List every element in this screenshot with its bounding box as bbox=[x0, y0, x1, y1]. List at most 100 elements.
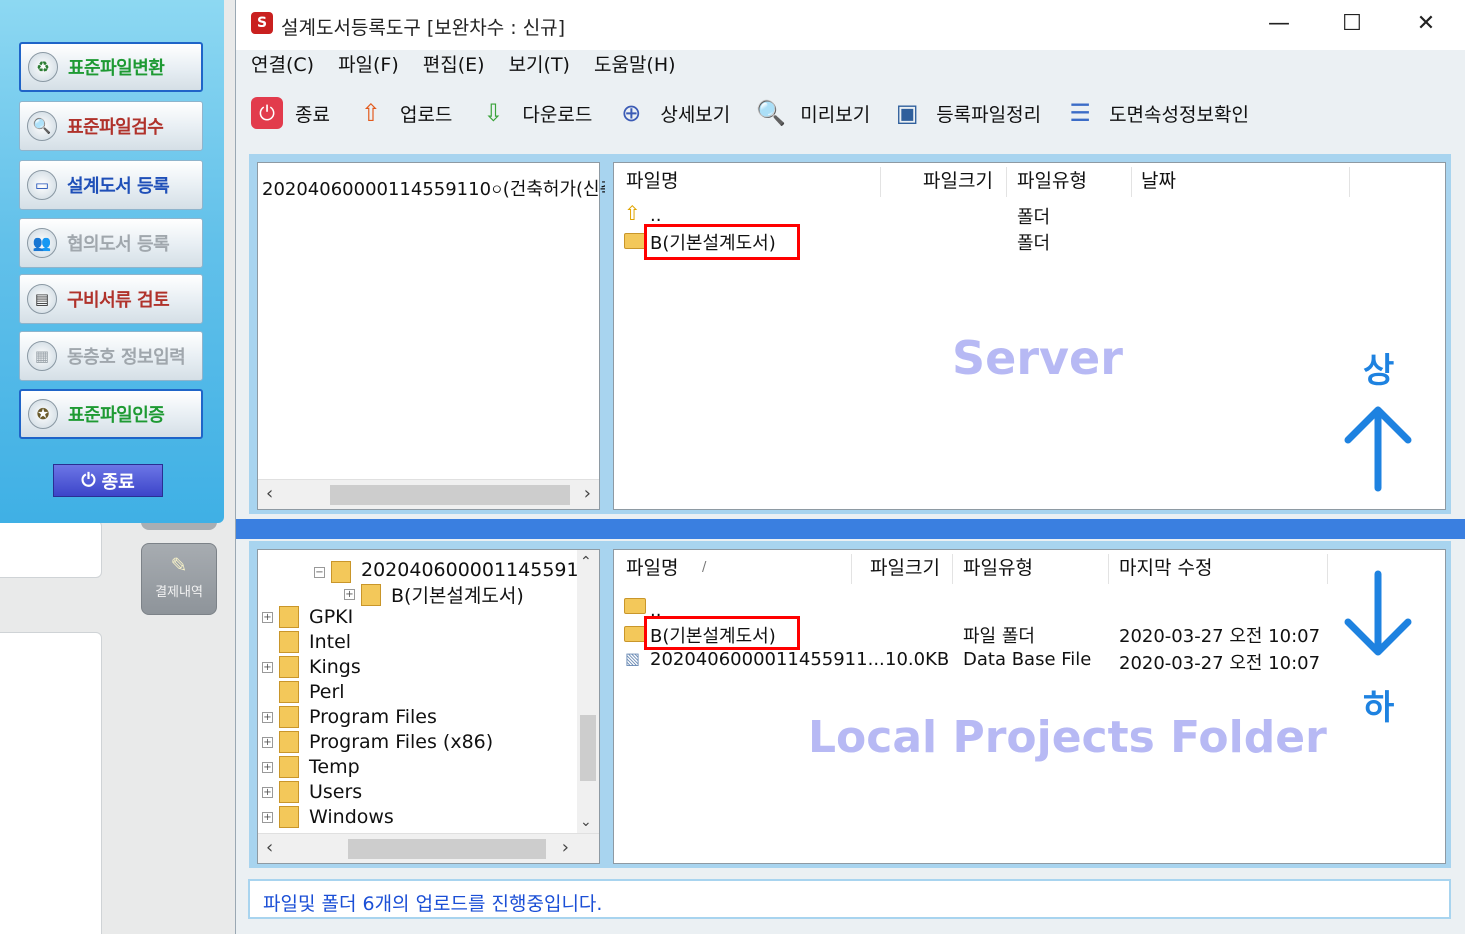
design-doc-register-button[interactable]: ▭ 설계도서 등록 bbox=[19, 160, 203, 210]
toolbar-preview-button[interactable]: 🔍 미리보기 bbox=[754, 96, 870, 130]
scroll-left-icon[interactable]: ‹ bbox=[266, 483, 273, 504]
column-separator[interactable] bbox=[952, 554, 953, 584]
menu-connect[interactable]: 연결(C) bbox=[251, 50, 314, 84]
column-modified[interactable]: 마지막 수정 bbox=[1119, 550, 1212, 586]
tree-node[interactable]: + Users bbox=[262, 781, 362, 803]
scroll-thumb[interactable] bbox=[580, 715, 596, 781]
expand-icon[interactable]: + bbox=[262, 661, 273, 673]
server-tree-hscrollbar[interactable]: ‹ › bbox=[258, 479, 599, 509]
menu-view[interactable]: 보기(T) bbox=[509, 50, 570, 84]
tree-node[interactable]: + B(기본설계도서) bbox=[344, 581, 524, 608]
expand-icon[interactable]: + bbox=[262, 736, 273, 748]
expand-icon[interactable]: + bbox=[262, 711, 273, 723]
column-separator[interactable] bbox=[1006, 167, 1007, 197]
launcher-label: 표준파일인증 bbox=[68, 405, 165, 426]
people-icon: 👥 bbox=[27, 228, 57, 258]
column-type[interactable]: 파일유형 bbox=[1017, 163, 1087, 199]
folder-icon bbox=[279, 631, 299, 653]
expand-icon[interactable]: + bbox=[262, 786, 273, 798]
toolbar-label: 다운로드 bbox=[522, 103, 593, 126]
server-tree-root[interactable]: 20204060000114559110০(건축허가(신축)) bbox=[262, 175, 630, 206]
unit-info-input-button[interactable]: ▦ 동층호 정보입력 bbox=[19, 331, 203, 381]
scroll-left-icon[interactable]: ‹ bbox=[266, 837, 273, 858]
toolbar-attribute-button[interactable]: ☰ 도면속성정보확인 bbox=[1063, 96, 1249, 130]
menu-edit[interactable]: 편집(E) bbox=[423, 50, 485, 84]
standard-file-inspect-button[interactable]: 🔍 표준파일검수 bbox=[19, 101, 203, 151]
local-tree-vscrollbar[interactable]: ⌃ ⌄ bbox=[577, 550, 599, 834]
toolbar-download-button[interactable]: ⇩ 다운로드 bbox=[476, 96, 592, 130]
row-size: 10.0KB bbox=[885, 649, 950, 670]
local-file-list[interactable]: 파일명 / 파일크기 파일유형 마지막 수정 .. B(기본설계도서) 파일 폴… bbox=[613, 549, 1446, 864]
scroll-down-icon[interactable]: ⌄ bbox=[580, 814, 592, 830]
standard-file-convert-button[interactable]: ♻ 표준파일변환 bbox=[19, 42, 203, 92]
tree-node-label: Temp bbox=[309, 756, 360, 778]
tree-node[interactable]: + Windows bbox=[262, 806, 394, 828]
server-tree[interactable]: 20204060000114559110০(건축허가(신축)) ‹ › bbox=[257, 162, 630, 510]
scroll-up-icon[interactable]: ⌃ bbox=[580, 554, 592, 570]
expand-icon[interactable]: + bbox=[262, 761, 273, 773]
tree-node[interactable]: + Kings bbox=[262, 656, 361, 678]
toolbar-detail-button[interactable]: ⊕ 상세보기 bbox=[614, 96, 730, 130]
row-type: 파일 폴더 bbox=[963, 626, 1035, 647]
column-type[interactable]: 파일유형 bbox=[963, 550, 1033, 586]
launcher-exit-button[interactable]: ⏻ 종료 bbox=[53, 464, 163, 497]
collapse-icon[interactable]: − bbox=[314, 566, 325, 578]
column-separator[interactable] bbox=[1131, 167, 1132, 197]
up-arrow-icon bbox=[1344, 406, 1412, 492]
local-tree[interactable]: − 20204060000114559110০ + B(기본설계도서) + GP… bbox=[257, 549, 600, 864]
tree-node-label: B(기본설계도서) bbox=[391, 585, 524, 607]
expand-icon[interactable]: + bbox=[344, 589, 355, 600]
menu-help[interactable]: 도움말(H) bbox=[594, 50, 676, 84]
scroll-thumb[interactable] bbox=[348, 839, 546, 859]
toolbar-upload-button[interactable]: ⇧ 업로드 bbox=[354, 96, 453, 130]
maximize-button[interactable]: ☐ bbox=[1329, 8, 1375, 40]
certificate-icon: ✪ bbox=[28, 399, 58, 429]
column-separator[interactable] bbox=[1349, 167, 1350, 197]
power-icon: ⏻ bbox=[81, 470, 96, 491]
column-name[interactable]: 파일명 bbox=[626, 550, 678, 586]
toolbar-exit-button[interactable]: ⏻ 종료 bbox=[251, 97, 330, 129]
expand-icon[interactable]: + bbox=[262, 811, 273, 823]
documents-icon: ▤ bbox=[27, 284, 57, 314]
tree-node[interactable]: + Temp bbox=[262, 756, 360, 778]
column-separator[interactable] bbox=[880, 167, 881, 197]
tree-node[interactable]: + Program Files bbox=[262, 706, 437, 728]
minimize-button[interactable]: — bbox=[1256, 8, 1302, 40]
scroll-right-icon[interactable]: › bbox=[584, 483, 591, 504]
column-separator[interactable] bbox=[1108, 554, 1109, 584]
standard-file-certify-button[interactable]: ✪ 표준파일인증 bbox=[19, 389, 203, 439]
toolbar-label: 업로드 bbox=[399, 103, 453, 126]
launcher-panel: ♻ 표준파일변환 🔍 표준파일검수 ▭ 설계도서 등록 👥 협의도서 등록 ▤ … bbox=[0, 0, 224, 523]
tree-node[interactable]: Intel bbox=[262, 631, 351, 653]
column-date[interactable]: 날짜 bbox=[1141, 163, 1176, 199]
tree-node-label: Windows bbox=[309, 806, 394, 828]
monitor-icon: ▭ bbox=[27, 170, 57, 200]
column-size[interactable]: 파일크기 bbox=[923, 163, 993, 199]
payment-history-button[interactable]: ✎ 결제내역 bbox=[141, 543, 217, 615]
column-separator[interactable] bbox=[1327, 554, 1328, 584]
local-watermark: Local Projects Folder bbox=[808, 712, 1327, 763]
scroll-thumb[interactable] bbox=[330, 485, 570, 505]
close-button[interactable]: ✕ bbox=[1403, 8, 1449, 40]
row-name[interactable]: .. bbox=[650, 205, 661, 226]
folder-icon bbox=[279, 781, 299, 803]
required-docs-review-button[interactable]: ▤ 구비서류 검토 bbox=[19, 274, 203, 324]
column-size[interactable]: 파일크기 bbox=[870, 550, 940, 586]
column-name[interactable]: 파일명 bbox=[626, 163, 678, 199]
tree-node[interactable]: Perl bbox=[262, 681, 345, 703]
local-file-list-panel: 파일명 / 파일크기 파일유형 마지막 수정 .. B(기본설계도서) 파일 폴… bbox=[605, 541, 1451, 868]
local-tree-panel: − 20204060000114559110০ + B(기본설계도서) + GP… bbox=[249, 541, 605, 868]
menu-file[interactable]: 파일(F) bbox=[338, 50, 399, 84]
column-separator[interactable] bbox=[851, 554, 852, 584]
expand-icon[interactable]: + bbox=[262, 611, 273, 623]
local-tree-hscrollbar[interactable]: ‹ › bbox=[258, 833, 599, 863]
toolbar-cleanup-button[interactable]: ▣ 등록파일정리 bbox=[890, 96, 1041, 130]
row-name[interactable]: 2020406000011455911... bbox=[650, 649, 885, 670]
launcher-label: 표준파일검수 bbox=[67, 117, 164, 138]
server-file-list[interactable]: 파일명 파일크기 파일유형 날짜 ⇧ .. 폴더 B(기본설계도서) 폴더 Se… bbox=[613, 162, 1446, 510]
tree-node[interactable]: + Program Files (x86) bbox=[262, 731, 493, 753]
panel-divider[interactable] bbox=[236, 519, 1465, 539]
tree-node[interactable]: + GPKI bbox=[262, 606, 353, 628]
consult-doc-register-button[interactable]: 👥 협의도서 등록 bbox=[19, 218, 203, 268]
scroll-right-icon[interactable]: › bbox=[562, 837, 569, 858]
